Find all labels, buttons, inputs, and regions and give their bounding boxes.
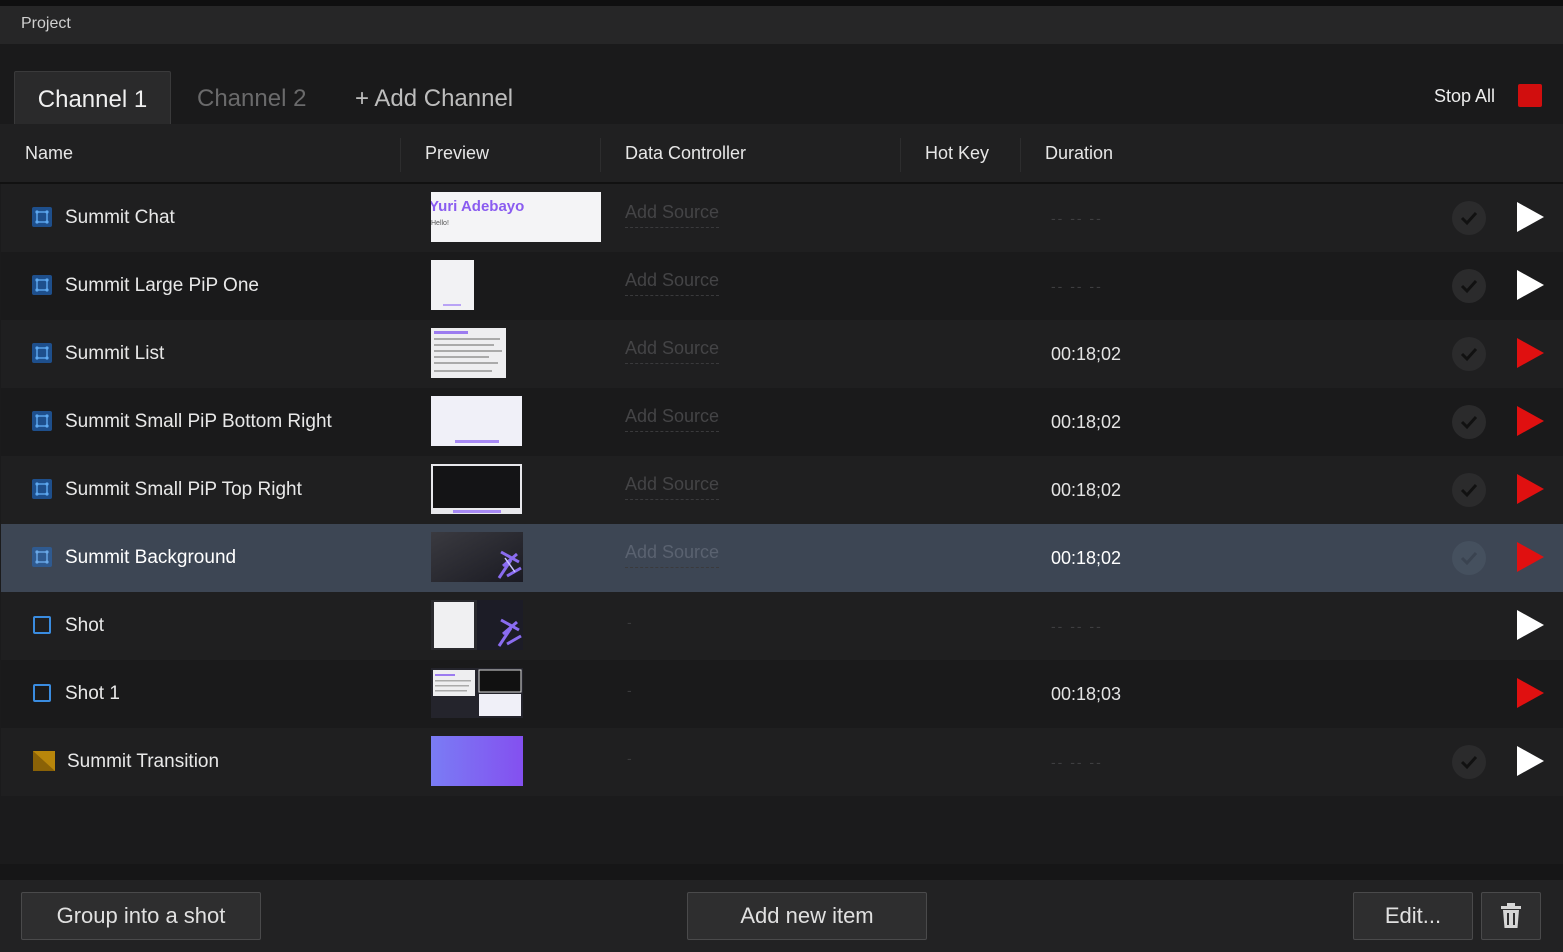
- item-name: Summit Chat: [65, 207, 175, 228]
- preview-chat-name: Yuri Adebayo: [431, 198, 524, 215]
- table-row[interactable]: Summit List Add Source 00:18;02: [1, 320, 1563, 388]
- shot-icon: [33, 616, 51, 634]
- item-duration: -- -- --: [1051, 618, 1103, 634]
- preview-thumbnail[interactable]: [431, 668, 523, 718]
- check-icon[interactable]: [1452, 201, 1486, 235]
- edit-button[interactable]: Edit...: [1353, 892, 1473, 940]
- data-controller-empty: -: [627, 682, 632, 698]
- stop-all-button[interactable]: [1518, 84, 1542, 107]
- item-name: Summit Background: [65, 547, 237, 568]
- column-header-data-controller[interactable]: Data Controller: [625, 143, 746, 164]
- item-name: Shot: [65, 615, 105, 636]
- check-icon[interactable]: [1452, 269, 1486, 303]
- preview-thumbnail[interactable]: [431, 600, 523, 650]
- shot-icon: [33, 684, 51, 702]
- add-channel-button[interactable]: + Add Channel: [355, 71, 513, 126]
- effect-icon: [32, 411, 52, 431]
- preview-thumbnail[interactable]: [431, 736, 523, 786]
- play-button[interactable]: [1514, 540, 1546, 574]
- play-button[interactable]: [1514, 268, 1546, 302]
- tab-channel-1[interactable]: Channel 1: [14, 71, 171, 126]
- check-icon[interactable]: [1452, 337, 1486, 371]
- item-name: Summit Small PiP Bottom Right: [65, 411, 332, 432]
- item-name: Summit Transition: [67, 751, 220, 772]
- add-source-link[interactable]: Add Source: [625, 338, 720, 364]
- effect-icon: [32, 547, 52, 567]
- play-button[interactable]: [1514, 404, 1546, 438]
- column-header-preview[interactable]: Preview: [425, 143, 489, 164]
- project-title-bar: Project: [0, 0, 1563, 44]
- item-duration: -- -- --: [1051, 754, 1103, 770]
- column-divider[interactable]: [900, 138, 901, 172]
- column-divider[interactable]: [600, 138, 601, 172]
- table-row[interactable]: Summit Large PiP One Add Source -- -- --: [1, 252, 1563, 320]
- item-duration: 00:18;02: [1051, 548, 1122, 568]
- play-button[interactable]: [1514, 676, 1546, 710]
- add-source-link[interactable]: Add Source: [625, 270, 720, 296]
- item-duration: 00:18;02: [1051, 344, 1122, 364]
- check-icon[interactable]: [1452, 745, 1486, 779]
- add-new-item-button[interactable]: Add new item: [687, 892, 927, 940]
- delete-button[interactable]: [1481, 892, 1541, 940]
- tab-channel-2[interactable]: Channel 2: [197, 71, 306, 126]
- column-header-duration[interactable]: Duration: [1045, 143, 1113, 164]
- item-name: Summit List: [65, 343, 165, 364]
- data-controller-empty: -: [627, 750, 632, 766]
- preview-thumbnail[interactable]: [431, 396, 522, 446]
- play-button[interactable]: [1514, 608, 1546, 642]
- add-source-link[interactable]: Add Source: [625, 202, 720, 228]
- effect-icon: [32, 207, 52, 227]
- check-icon[interactable]: [1452, 541, 1486, 575]
- table-row[interactable]: Summit Small PiP Top Right Add Source 00…: [1, 456, 1563, 524]
- footer-toolbar: Group into a shot Add new item Edit...: [0, 880, 1563, 952]
- column-header-name[interactable]: Name: [25, 143, 73, 164]
- preview-chat-sub: Hello!: [431, 220, 449, 227]
- transition-icon: [32, 750, 56, 772]
- add-source-link[interactable]: Add Source: [625, 474, 720, 500]
- item-name: Summit Large PiP One: [65, 275, 259, 296]
- table-row[interactable]: Summit Transition - -- -- --: [1, 728, 1563, 796]
- preview-thumbnail[interactable]: Yuri Adebayo Hello!: [431, 192, 601, 242]
- preview-thumbnail[interactable]: [431, 464, 522, 514]
- table-row[interactable]: Shot - -- -- --: [1, 592, 1563, 660]
- check-icon[interactable]: [1452, 405, 1486, 439]
- stop-all-label[interactable]: Stop All: [1434, 86, 1495, 107]
- play-button[interactable]: [1514, 200, 1546, 234]
- item-duration: -- -- --: [1051, 278, 1103, 294]
- group-into-shot-button[interactable]: Group into a shot: [21, 892, 261, 940]
- table-row-selected[interactable]: Summit Background Add Source 00:18;02: [1, 524, 1563, 592]
- item-duration: -- -- --: [1051, 210, 1103, 226]
- trash-icon: [1501, 903, 1521, 928]
- effect-icon: [32, 275, 52, 295]
- play-button[interactable]: [1514, 336, 1546, 370]
- preview-thumbnail[interactable]: [431, 328, 506, 378]
- play-button[interactable]: [1514, 744, 1546, 778]
- column-divider[interactable]: [1020, 138, 1021, 172]
- table-row[interactable]: Summit Small PiP Bottom Right Add Source…: [1, 388, 1563, 456]
- preview-thumbnail[interactable]: [431, 260, 474, 310]
- play-button[interactable]: [1514, 472, 1546, 506]
- preview-thumbnail[interactable]: [431, 532, 523, 582]
- item-name: Shot 1: [65, 683, 120, 704]
- data-controller-empty: -: [627, 614, 632, 630]
- table-row[interactable]: Summit Chat Yuri Adebayo Hello! Add Sour…: [1, 184, 1563, 252]
- effect-icon: [32, 479, 52, 499]
- item-duration: 00:18;02: [1051, 412, 1122, 432]
- add-source-link[interactable]: Add Source: [625, 542, 720, 568]
- add-source-link[interactable]: Add Source: [625, 406, 720, 432]
- channel-tab-strip: Channel 1 Channel 2 + Add Channel Stop A…: [0, 44, 1563, 126]
- effect-icon: [32, 343, 52, 363]
- item-duration: 00:18;03: [1051, 684, 1122, 704]
- item-list: Summit Chat Yuri Adebayo Hello! Add Sour…: [1, 184, 1563, 796]
- column-header-hot-key[interactable]: Hot Key: [925, 143, 989, 164]
- table-header: Name Preview Data Controller Hot Key Dur…: [0, 124, 1563, 184]
- table-row[interactable]: Shot 1 - 00:18;03: [1, 660, 1563, 728]
- item-name: Summit Small PiP Top Right: [65, 479, 302, 500]
- check-icon[interactable]: [1452, 473, 1486, 507]
- list-bottom-spacer: [0, 864, 1563, 880]
- window-title: Project: [21, 15, 71, 32]
- column-divider[interactable]: [400, 138, 401, 172]
- item-duration: 00:18;02: [1051, 480, 1122, 500]
